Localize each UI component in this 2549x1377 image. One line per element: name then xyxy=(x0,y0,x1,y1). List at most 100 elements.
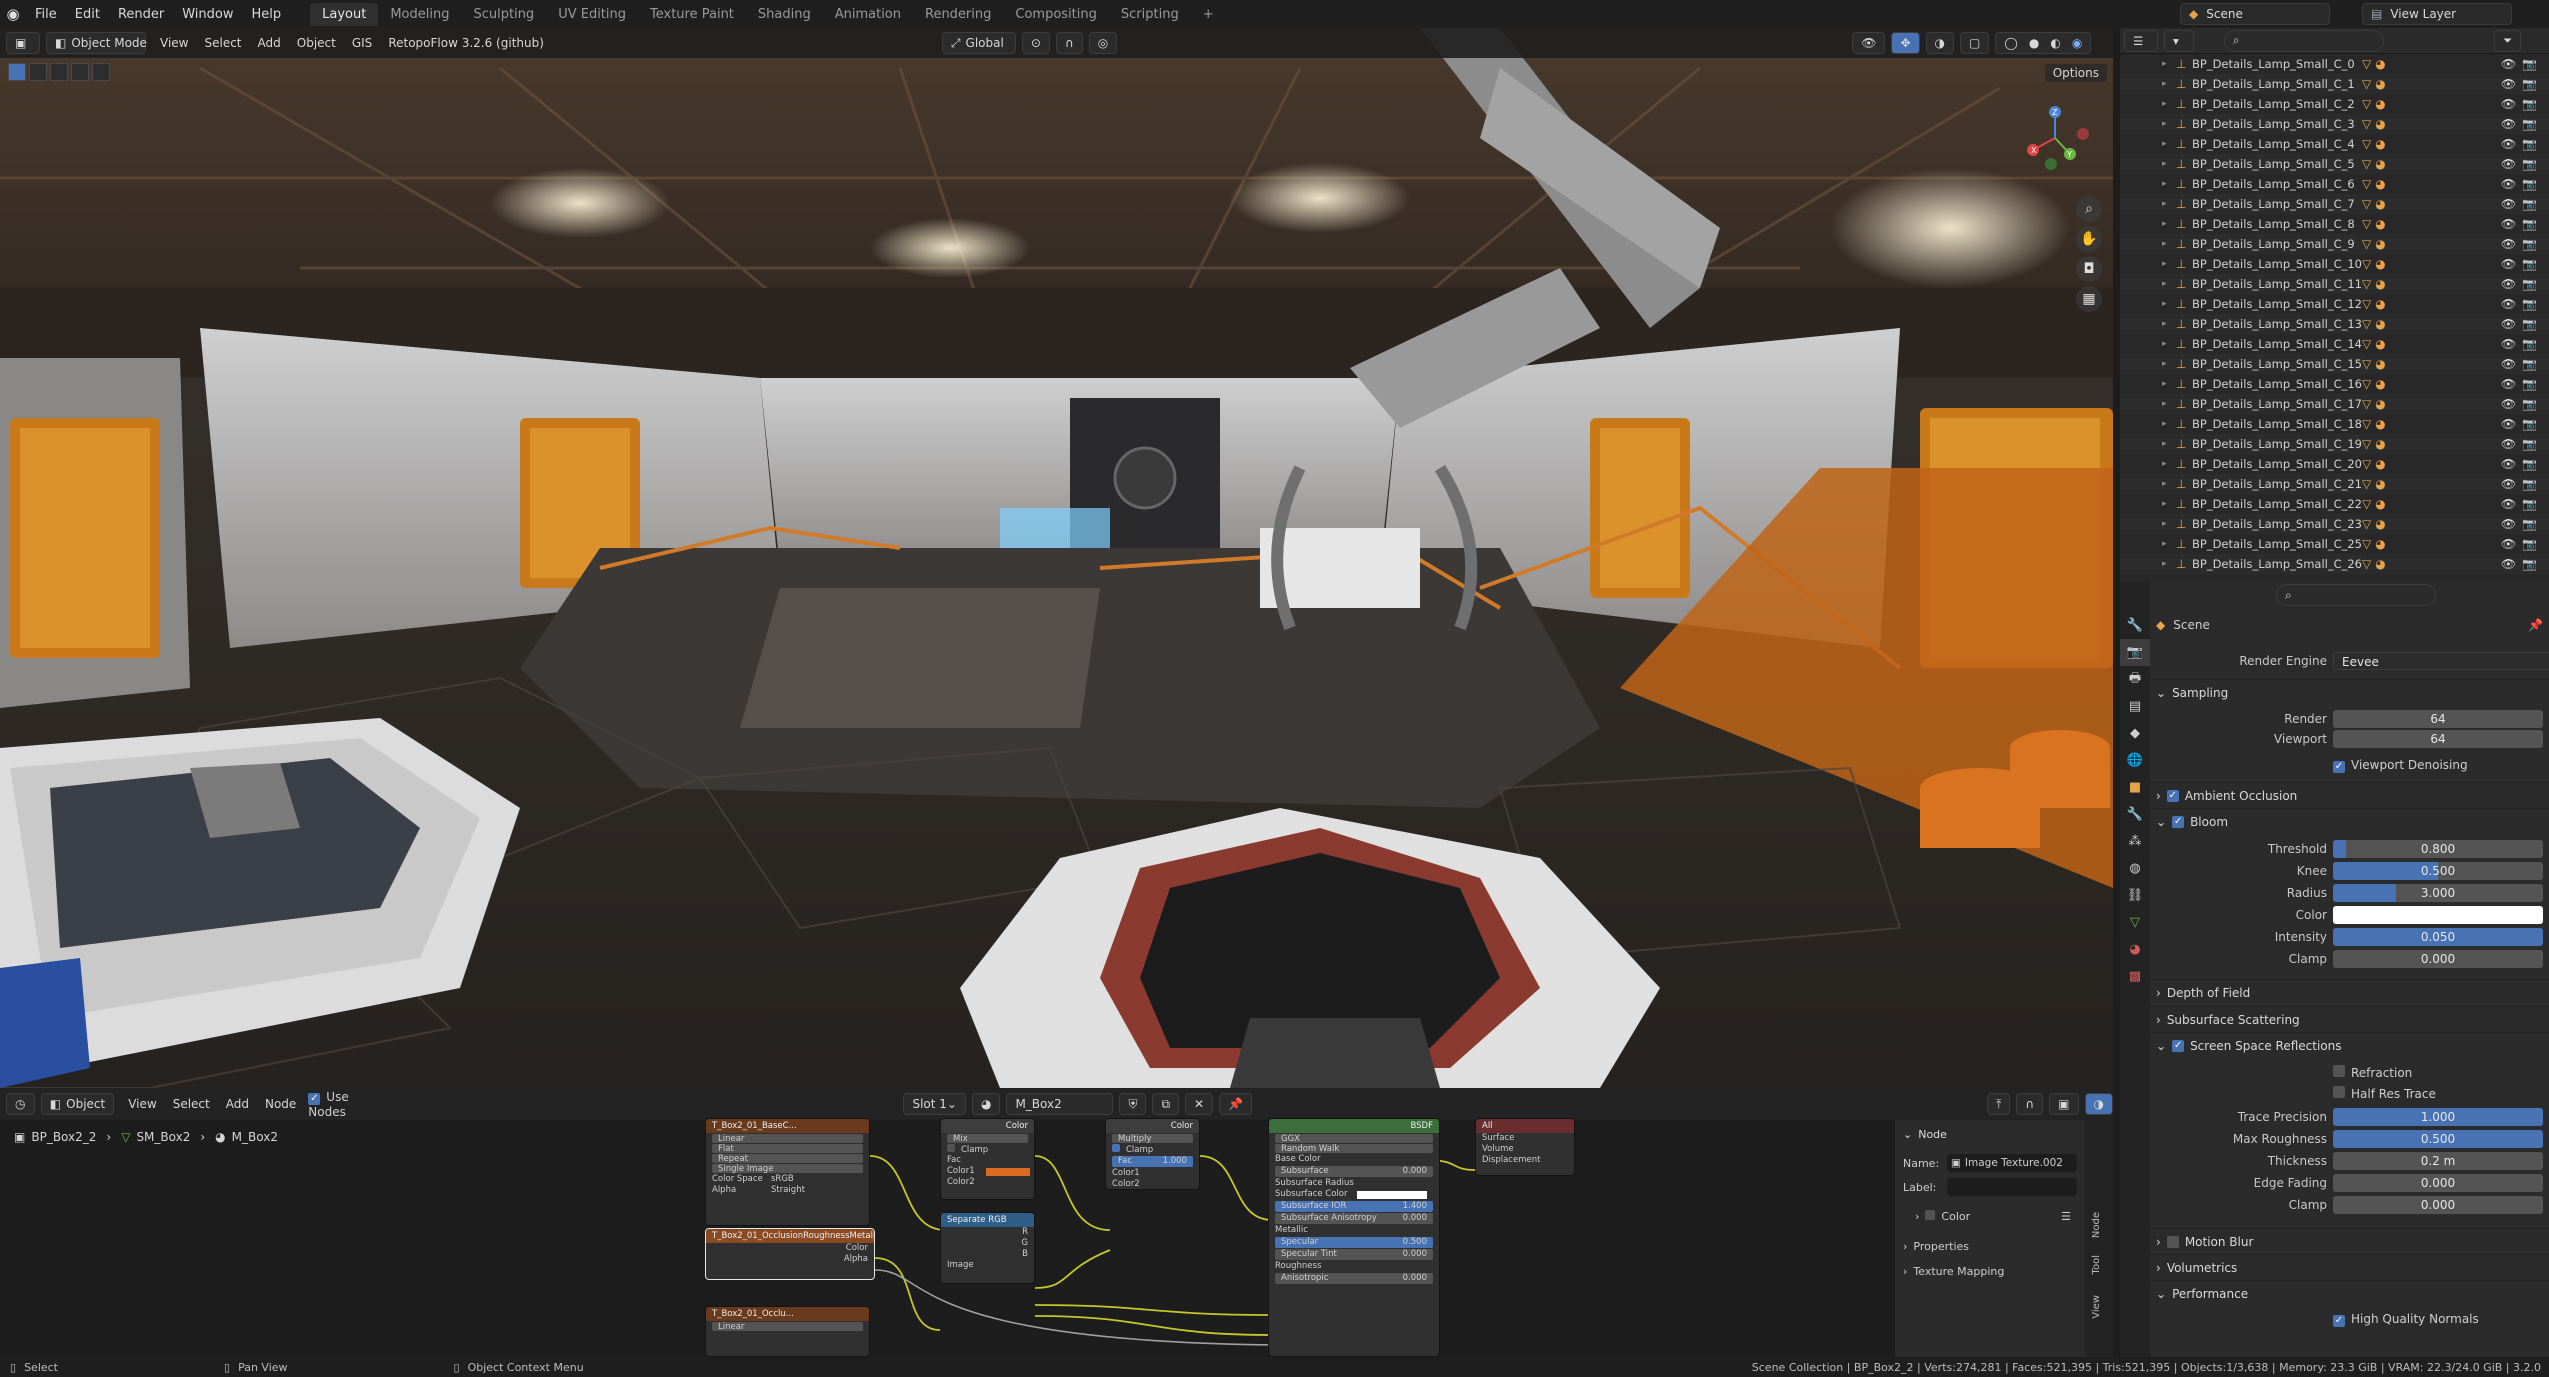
pin-material-button[interactable]: 📌 xyxy=(1219,1093,1253,1115)
editor-type-button[interactable]: ▣ xyxy=(6,32,40,54)
select-extend-button[interactable] xyxy=(29,63,47,81)
tool-tab-icon[interactable]: 🔧 xyxy=(2120,612,2150,639)
sampling-viewport-field[interactable]: 64 xyxy=(2333,730,2543,748)
tex1-colorspace-value[interactable]: sRGB xyxy=(771,1174,794,1185)
outliner-row[interactable]: ▸ ⊥ BP_Details_Lamp_Small_C_6 ▽◕ 👁📷 xyxy=(2120,174,2549,194)
outliner-row[interactable]: ▸ ⊥ BP_Details_Lamp_Small_C_4 ▽◕ 👁📷 xyxy=(2120,134,2549,154)
filter-button[interactable]: ⏷ xyxy=(2494,29,2522,52)
pan-hand-icon[interactable]: ✋ xyxy=(2076,226,2102,252)
tex1-projection[interactable]: Flat xyxy=(712,1144,863,1154)
outliner-row[interactable]: ▸ ⊥ BP_Details_Lamp_Small_C_9 ▽◕ 👁📷 xyxy=(2120,234,2549,254)
visibility-icons[interactable]: 👁📷 xyxy=(2501,137,2543,151)
visibility-icons[interactable]: 👁📷 xyxy=(2501,477,2543,491)
expand-arrow-icon[interactable]: ▸ xyxy=(2162,119,2172,129)
mix-color-swatch[interactable] xyxy=(986,1168,1030,1176)
vp-menu-add[interactable]: Add xyxy=(250,36,289,50)
visibility-icons[interactable]: 👁📷 xyxy=(2501,437,2543,451)
constraints-tab-icon[interactable]: ⛓ xyxy=(2120,882,2150,909)
outliner-row[interactable]: ▸ ⊥ BP_Details_Lamp_Small_C_8 ▽◕ 👁📷 xyxy=(2120,214,2549,234)
node-properties-header[interactable]: › Properties xyxy=(1903,1240,2083,1253)
outliner-row[interactable]: ▸ ⊥ BP_Details_Lamp_Small_C_16 ▽◕ 👁📷 xyxy=(2120,374,2549,394)
ne-menu-select[interactable]: Select xyxy=(165,1097,218,1111)
expand-arrow-icon[interactable]: ▸ xyxy=(2162,199,2172,209)
performance-panel[interactable]: ⌄ Performance xyxy=(2150,1280,2549,1306)
outliner-row[interactable]: ▸ ⊥ BP_Details_Lamp_Small_C_14 ▽◕ 👁📷 xyxy=(2120,334,2549,354)
sampling-render-field[interactable]: 64 xyxy=(2333,710,2543,728)
expand-arrow-icon[interactable]: ▸ xyxy=(2162,319,2172,329)
node-editor-type-button[interactable]: ◷ xyxy=(6,1093,35,1115)
outliner-row[interactable]: ▸ ⊥ BP_Details_Lamp_Small_C_21 ▽◕ 👁📷 xyxy=(2120,474,2549,494)
node-label-input[interactable] xyxy=(1947,1178,2077,1196)
bsdf-input-row[interactable]: Subsurface Anisotropy 0.000 xyxy=(1275,1213,1433,1224)
add-workspace-button[interactable]: + xyxy=(1191,3,1226,26)
expand-arrow-icon[interactable]: ▸ xyxy=(2162,219,2172,229)
mult-clamp-row[interactable]: Clamp xyxy=(1106,1144,1199,1155)
select-subtract-button[interactable] xyxy=(50,63,68,81)
menu-render[interactable]: Render xyxy=(109,7,173,22)
vp-menu-retopoflow[interactable]: RetopoFlow 3.2.6 (github) xyxy=(380,36,552,50)
ssr-half-res-checkbox[interactable]: Half Res Trace xyxy=(2333,1085,2436,1101)
rendered-shading-icon[interactable]: ◉ xyxy=(2072,36,2082,50)
view-layer-selector[interactable]: ▤ View Layer xyxy=(2362,3,2512,25)
display-mode-button[interactable]: ▾ xyxy=(2164,29,2194,52)
shading-mode-group[interactable]: ◯ ● ◐ ◉ xyxy=(1995,32,2092,54)
parent-node-button[interactable]: ⤒ xyxy=(1987,1093,2011,1115)
visibility-icons[interactable]: 👁📷 xyxy=(2501,497,2543,511)
render-engine-dropdown[interactable]: Eevee xyxy=(2333,652,2549,670)
select-intersect-button[interactable] xyxy=(92,63,110,81)
outliner-row[interactable]: ▸ ⊥ BP_Details_Lamp_Small_C_23 ▽◕ 👁📷 xyxy=(2120,514,2549,534)
menu-help[interactable]: Help xyxy=(243,7,291,22)
expand-arrow-icon[interactable]: ▸ xyxy=(2162,339,2172,349)
ssr-thickness-field[interactable]: 0.2 m xyxy=(2333,1152,2543,1170)
visibility-icons[interactable]: 👁📷 xyxy=(2501,377,2543,391)
visibility-icons[interactable]: 👁📷 xyxy=(2501,97,2543,111)
texture-mapping-header[interactable]: › Texture Mapping xyxy=(1903,1265,2083,1278)
expand-arrow-icon[interactable]: ▸ xyxy=(2162,139,2172,149)
expand-arrow-icon[interactable]: ▸ xyxy=(2162,419,2172,429)
particles-tab-icon[interactable]: ⁂ xyxy=(2120,828,2150,855)
outliner-row[interactable]: ▸ ⊥ BP_Details_Lamp_Small_C_19 ▽◕ 👁📷 xyxy=(2120,434,2549,454)
tab-layout[interactable]: Layout xyxy=(310,2,379,26)
bloom-color-swatch[interactable] xyxy=(2333,906,2543,924)
expand-arrow-icon[interactable]: ▸ xyxy=(2162,559,2172,569)
outliner-row[interactable]: ▸ ⊥ BP_Details_Lamp_Small_C_25 ▽◕ 👁📷 xyxy=(2120,534,2549,554)
ssr-refraction-checkbox[interactable]: Refraction xyxy=(2333,1064,2412,1080)
outliner-search-input[interactable]: ⌕ xyxy=(2224,29,2384,52)
bsdf-input-row[interactable]: Anisotropic 0.000 xyxy=(1275,1273,1433,1284)
visibility-icons[interactable]: 👁📷 xyxy=(2501,357,2543,371)
subsurface-color-swatch[interactable] xyxy=(1357,1191,1427,1199)
subsurface-scattering-panel[interactable]: › Subsurface Scattering xyxy=(2150,1006,2549,1032)
outliner-row[interactable]: ▸ ⊥ BP_Details_Lamp_Small_C_10 ▽◕ 👁📷 xyxy=(2120,254,2549,274)
select-new-button[interactable] xyxy=(8,63,26,81)
tex1-interp[interactable]: Linear xyxy=(712,1134,863,1144)
gizmo-toggle[interactable]: ✥ xyxy=(1891,32,1920,54)
visibility-icons[interactable]: 👁📷 xyxy=(2501,277,2543,291)
visibility-icons[interactable]: 👁📷 xyxy=(2501,257,2543,271)
material-tab-icon[interactable]: ◕ xyxy=(2120,936,2150,963)
depth-of-field-panel[interactable]: › Depth of Field xyxy=(2150,979,2549,1005)
tab-shading[interactable]: Shading xyxy=(746,3,823,26)
volumetrics-panel[interactable]: › Volumetrics xyxy=(2150,1254,2549,1280)
vp-menu-gis[interactable]: GIS xyxy=(344,36,380,50)
navigation-gizmo[interactable]: X Y Z xyxy=(2015,98,2095,178)
tab-scripting[interactable]: Scripting xyxy=(1109,3,1191,26)
outliner-row[interactable]: ▸ ⊥ BP_Details_Lamp_Small_C_18 ▽◕ 👁📷 xyxy=(2120,414,2549,434)
outliner-row[interactable]: ▸ ⊥ BP_Details_Lamp_Small_C_2 ▽◕ 👁📷 xyxy=(2120,94,2549,114)
pin-icon[interactable]: 📌 xyxy=(2528,618,2543,632)
side-tab-view[interactable]: View xyxy=(2091,1295,2102,1319)
ssr-edge-fading-field[interactable]: 0.000 xyxy=(2333,1174,2543,1192)
expand-arrow-icon[interactable]: ▸ xyxy=(2162,179,2172,189)
object-tab-icon[interactable]: ■ xyxy=(2120,774,2150,801)
expand-arrow-icon[interactable]: ▸ xyxy=(2162,439,2172,449)
visibility-icons[interactable]: 👁📷 xyxy=(2501,57,2543,71)
image-texture-node-1[interactable]: T_Box2_01_BaseC... Linear Flat Repeat Si… xyxy=(705,1118,870,1226)
visibility-icons[interactable]: 👁📷 xyxy=(2501,417,2543,431)
bsdf-input-row[interactable]: Specular 0.500 xyxy=(1275,1237,1433,1248)
ambient-occlusion-panel[interactable]: › ✓ Ambient Occlusion xyxy=(2150,782,2549,808)
outliner-row[interactable]: ▸ ⊥ BP_Details_Lamp_Small_C_1 ▽◕ 👁📷 xyxy=(2120,74,2549,94)
tab-rendering[interactable]: Rendering xyxy=(913,3,1003,26)
visibility-icons[interactable]: 👁📷 xyxy=(2501,157,2543,171)
outliner-row[interactable]: ▸ ⊥ BP_Details_Lamp_Small_C_22 ▽◕ 👁📷 xyxy=(2120,494,2549,514)
vp-menu-view[interactable]: View xyxy=(152,36,196,50)
mult-fac-slider[interactable]: Fac 1.000 xyxy=(1112,1156,1193,1167)
